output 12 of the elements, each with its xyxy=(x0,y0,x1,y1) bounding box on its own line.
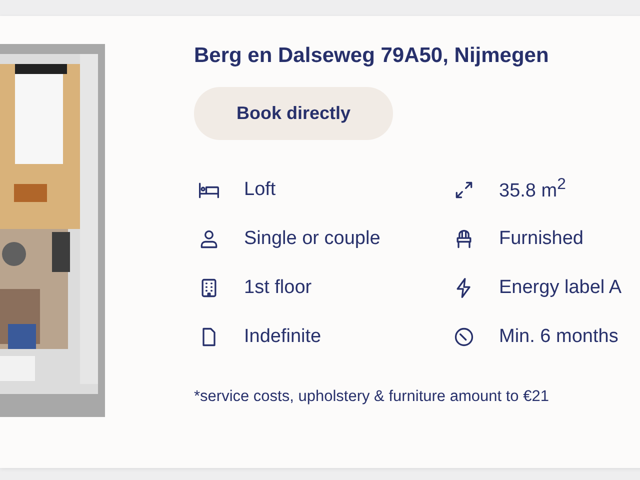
person-icon xyxy=(198,228,220,250)
feature-text: 35.8 m$^{2}$ xyxy=(499,176,566,203)
book-directly-button[interactable]: Book directly xyxy=(194,87,393,140)
feature-text: Indefinite xyxy=(244,326,322,348)
feature-text: Furnished xyxy=(499,228,584,250)
listing-address: Berg en Dalseweg 79A50, Nijmegen xyxy=(194,44,550,68)
feature-text: 1st floor xyxy=(244,276,312,298)
feature-text: Loft xyxy=(244,178,276,200)
feature-text: Single or couple xyxy=(244,228,380,250)
footnote: *service costs, upholstery & furniture amount to €21 xyxy=(194,388,550,406)
feature-text: Min. 6 months xyxy=(499,326,618,348)
feature-text: Energy label A xyxy=(499,276,622,298)
